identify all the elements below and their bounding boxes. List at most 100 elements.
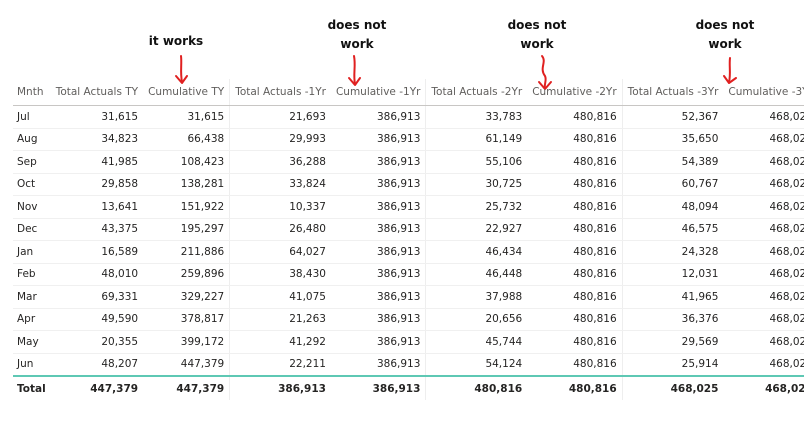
value-cell: 48,010 xyxy=(50,263,144,286)
value-cell: 21,693 xyxy=(229,105,331,129)
value-cell: 480,816 xyxy=(527,285,623,309)
value-cell: 468,025 xyxy=(723,330,804,354)
value-cell: 480,816 xyxy=(527,150,623,174)
month-cell: Jul xyxy=(13,105,51,129)
annotation-line1: does not xyxy=(695,18,755,32)
annotation-does-not-work-3yr: does not work xyxy=(690,16,760,54)
value-cell: 48,094 xyxy=(622,195,724,219)
value-cell: 386,913 xyxy=(330,173,427,196)
value-cell: 447,379 xyxy=(143,353,231,377)
column-header-cumulative-ty[interactable]: Cumulative TY xyxy=(143,79,231,106)
value-cell: 41,985 xyxy=(50,150,144,174)
table-row: Feb 48,010 259,896 38,430 386,913 46,448… xyxy=(13,263,804,286)
table-row: Apr 49,590 378,817 21,263 386,913 20,656… xyxy=(13,308,804,331)
column-header-total-actuals-2yr[interactable]: Total Actuals -2Yr xyxy=(425,79,528,106)
month-cell: Apr xyxy=(13,308,51,331)
annotation-line1: does not xyxy=(327,18,387,32)
value-cell: 386,913 xyxy=(330,240,427,264)
column-header-total-actuals-3yr[interactable]: Total Actuals -3Yr xyxy=(622,79,724,106)
value-cell: 29,569 xyxy=(622,330,724,354)
column-header-total-actuals-1yr[interactable]: Total Actuals -1Yr xyxy=(229,79,331,106)
value-cell: 46,575 xyxy=(622,218,724,241)
column-header-cumulative-3yr[interactable]: Cumulative -3Yr xyxy=(723,79,804,106)
value-cell: 49,590 xyxy=(50,308,144,331)
annotation-line2: work xyxy=(340,37,374,51)
value-cell: 55,106 xyxy=(425,150,528,174)
month-cell: Aug xyxy=(13,128,51,151)
value-cell: 20,656 xyxy=(425,308,528,331)
annotation-line2: work xyxy=(708,37,742,51)
column-header-total-actuals-ty[interactable]: Total Actuals TY xyxy=(50,79,144,106)
total-row: Total 447,379 447,379 386,913 386,913 48… xyxy=(13,376,804,400)
value-cell: 386,913 xyxy=(330,128,427,151)
value-cell: 468,025 xyxy=(723,263,804,286)
value-cell: 13,641 xyxy=(50,195,144,219)
total-label: Total xyxy=(17,382,46,395)
table-row: Nov 13,641 151,922 10,337 386,913 25,732… xyxy=(13,195,804,219)
value-cell: 480,816 xyxy=(527,308,623,331)
value-cell: 25,732 xyxy=(425,195,528,219)
value-cell: 37,988 xyxy=(425,285,528,309)
table-row: Dec 43,375 195,297 26,480 386,913 22,927… xyxy=(13,218,804,241)
value-cell: 386,913 xyxy=(330,105,427,129)
total-cell: 386,913 xyxy=(278,382,326,395)
total-cell: 468,025 xyxy=(670,382,719,395)
value-cell: 378,817 xyxy=(143,308,231,331)
total-cell: 468,025 xyxy=(765,382,804,395)
value-cell: 43,375 xyxy=(50,218,144,241)
table-row: Sep 41,985 108,423 36,288 386,913 55,106… xyxy=(13,150,804,174)
month-cell: Oct xyxy=(13,173,51,196)
value-cell: 480,816 xyxy=(527,330,623,354)
table-row: Jan 16,589 211,886 64,027 386,913 46,434… xyxy=(13,240,804,264)
value-cell: 468,025 xyxy=(723,285,804,309)
column-header-cumulative-1yr[interactable]: Cumulative -1Yr xyxy=(330,79,427,106)
value-cell: 34,823 xyxy=(50,128,144,151)
column-header-mnth[interactable]: Mnth xyxy=(13,79,51,106)
value-cell: 480,816 xyxy=(527,263,623,286)
value-cell: 29,858 xyxy=(50,173,144,196)
value-cell: 399,172 xyxy=(143,330,231,354)
table-row: May 20,355 399,172 41,292 386,913 45,744… xyxy=(13,330,804,354)
value-cell: 52,367 xyxy=(622,105,724,129)
value-cell: 24,328 xyxy=(622,240,724,264)
value-cell: 386,913 xyxy=(330,218,427,241)
value-cell: 48,207 xyxy=(50,353,144,377)
value-cell: 259,896 xyxy=(143,263,231,286)
value-cell: 468,025 xyxy=(723,240,804,264)
value-cell: 22,927 xyxy=(425,218,528,241)
value-cell: 36,376 xyxy=(622,308,724,331)
value-cell: 386,913 xyxy=(330,285,427,309)
column-header-cumulative-2yr[interactable]: Cumulative -2Yr xyxy=(527,79,623,106)
annotation-line1: does not xyxy=(507,18,567,32)
value-cell: 31,615 xyxy=(143,105,231,129)
table-row: Mar 69,331 329,227 41,075 386,913 37,988… xyxy=(13,285,804,309)
value-cell: 468,025 xyxy=(723,218,804,241)
value-cell: 468,025 xyxy=(723,308,804,331)
value-cell: 386,913 xyxy=(330,330,427,354)
value-cell: 35,650 xyxy=(622,128,724,151)
value-cell: 60,767 xyxy=(622,173,724,196)
value-cell: 480,816 xyxy=(527,195,623,219)
table-row: Jun 48,207 447,379 22,211 386,913 54,124… xyxy=(13,353,804,377)
total-cell: 447,379 xyxy=(90,382,139,395)
value-cell: 138,281 xyxy=(143,173,231,196)
value-cell: 480,816 xyxy=(527,240,623,264)
value-cell: 329,227 xyxy=(143,285,231,309)
value-cell: 16,589 xyxy=(50,240,144,264)
month-cell: Feb xyxy=(13,263,51,286)
table-row: Aug 34,823 66,438 29,993 386,913 61,149 … xyxy=(13,128,804,151)
value-cell: 468,025 xyxy=(723,195,804,219)
value-cell: 33,824 xyxy=(229,173,331,196)
value-cell: 26,480 xyxy=(229,218,331,241)
month-cell: Dec xyxy=(13,218,51,241)
value-cell: 480,816 xyxy=(527,218,623,241)
value-cell: 20,355 xyxy=(50,330,144,354)
value-cell: 386,913 xyxy=(330,150,427,174)
value-cell: 468,025 xyxy=(723,105,804,129)
value-cell: 45,744 xyxy=(425,330,528,354)
value-cell: 480,816 xyxy=(527,105,623,129)
total-cell: 480,816 xyxy=(474,382,523,395)
value-cell: 468,025 xyxy=(723,150,804,174)
value-cell: 30,725 xyxy=(425,173,528,196)
annotation-it-works: it works xyxy=(148,34,204,48)
